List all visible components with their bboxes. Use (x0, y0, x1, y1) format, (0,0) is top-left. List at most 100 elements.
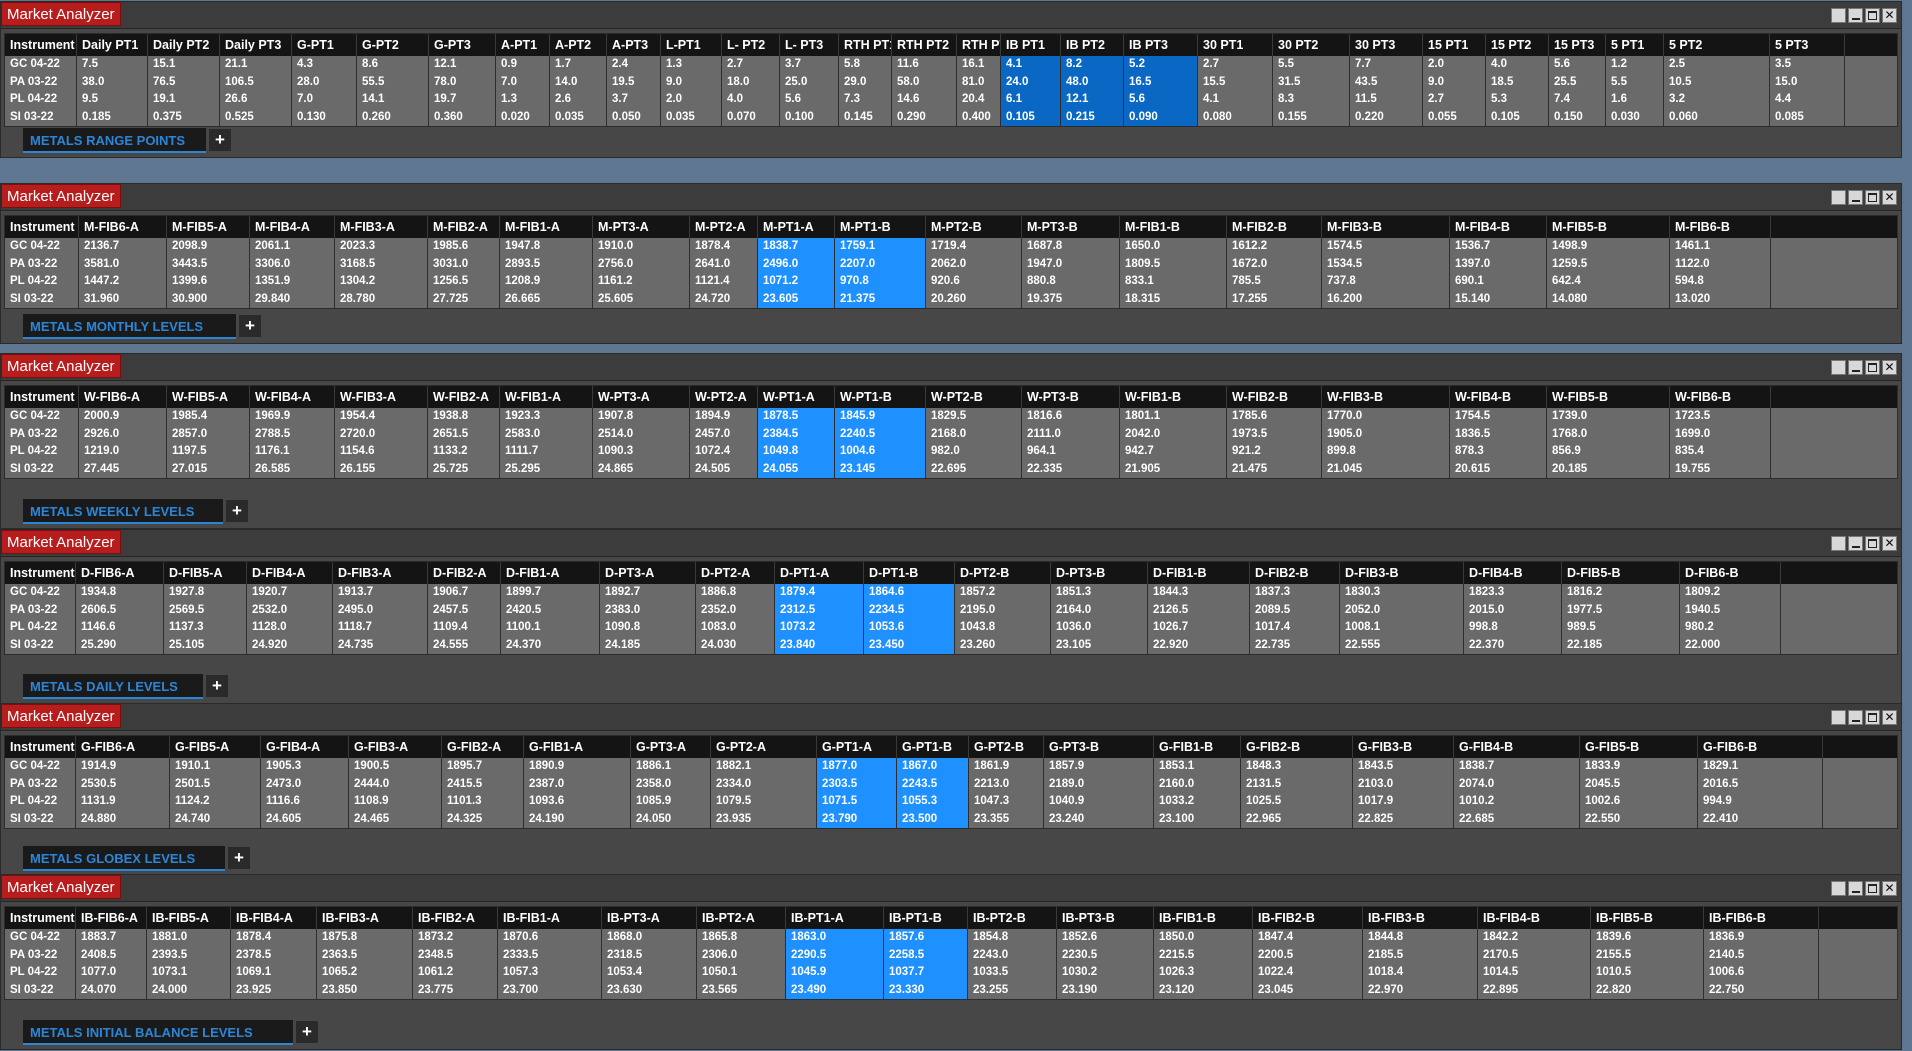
level-cell[interactable]: 2720.0 (335, 425, 428, 443)
level-cell[interactable]: 24.720 (690, 290, 758, 308)
level-cell[interactable]: 970.8 (835, 273, 926, 291)
level-cell[interactable]: 24.880 (76, 810, 170, 828)
level-cell[interactable]: 1014.5 (1478, 964, 1591, 982)
minimize-button[interactable] (1848, 536, 1863, 551)
minimize-button[interactable] (1848, 360, 1863, 375)
level-cell[interactable]: 2045.5 (1580, 775, 1698, 793)
level-cell[interactable]: 0.080 (1198, 108, 1273, 126)
level-cell[interactable]: 1256.5 (428, 273, 500, 291)
level-cell[interactable]: 785.5 (1227, 273, 1322, 291)
level-cell[interactable]: 23.100 (1154, 810, 1241, 828)
minimize-button[interactable] (1848, 190, 1863, 205)
level-cell[interactable]: 30.900 (167, 290, 250, 308)
level-cell[interactable]: 24.055 (758, 460, 835, 478)
level-cell[interactable]: 964.1 (1022, 443, 1120, 461)
level-cell[interactable]: 1079.5 (711, 793, 817, 811)
level-cell[interactable]: 15.5 (1198, 73, 1273, 91)
column-header[interactable]: G-PT1-A (817, 736, 897, 758)
level-cell[interactable]: 9.0 (661, 73, 722, 91)
level-cell[interactable]: 1131.9 (76, 793, 170, 811)
level-cell[interactable]: 1906.7 (428, 584, 501, 602)
level-cell[interactable]: 1845.9 (835, 408, 926, 426)
level-cell[interactable]: 18.5 (1486, 73, 1549, 91)
level-cell[interactable]: 2.7 (1423, 91, 1486, 109)
level-cell[interactable]: 1842.2 (1478, 929, 1591, 947)
level-cell[interactable]: 1719.4 (926, 238, 1022, 256)
level-cell[interactable]: 4.0 (1486, 56, 1549, 74)
level-cell[interactable]: 81.0 (957, 73, 1001, 91)
level-cell[interactable]: 1875.8 (317, 929, 413, 947)
level-cell[interactable]: 2240.5 (835, 425, 926, 443)
column-header[interactable]: Instrument (5, 907, 76, 929)
level-cell[interactable]: 1938.8 (428, 408, 500, 426)
level-cell[interactable]: 1857.2 (955, 584, 1051, 602)
level-cell[interactable]: 24.030 (696, 636, 775, 654)
column-header[interactable]: W-FIB3-A (335, 386, 428, 408)
level-cell[interactable]: 10.5 (1664, 73, 1770, 91)
column-header[interactable]: D-PT3-B (1051, 562, 1148, 584)
level-cell[interactable]: 1118.7 (333, 619, 428, 637)
column-header[interactable]: W-FIB2-A (428, 386, 500, 408)
level-cell[interactable]: 5.5 (1606, 73, 1664, 91)
level-cell[interactable]: 27.445 (79, 460, 167, 478)
close-button[interactable]: ✕ (1882, 360, 1897, 375)
level-cell[interactable]: 28.0 (292, 73, 357, 91)
level-cell[interactable]: 2306.0 (697, 946, 786, 964)
level-cell[interactable]: 2126.5 (1148, 601, 1250, 619)
level-cell[interactable]: 22.555 (1340, 636, 1464, 654)
level-cell[interactable]: 14.080 (1547, 290, 1670, 308)
level-cell[interactable]: 1836.5 (1450, 425, 1547, 443)
level-cell[interactable]: 23.260 (955, 636, 1051, 654)
level-cell[interactable]: 1536.7 (1450, 238, 1547, 256)
level-cell[interactable]: 2200.5 (1253, 946, 1363, 964)
column-header[interactable]: 5 PT3 (1770, 34, 1845, 56)
level-cell[interactable]: 1030.2 (1057, 964, 1154, 982)
level-cell[interactable]: 2.5 (1664, 56, 1770, 74)
level-cell[interactable]: 2015.0 (1464, 601, 1562, 619)
level-cell[interactable]: 1857.9 (1044, 758, 1154, 776)
level-cell[interactable]: 1090.8 (600, 619, 696, 637)
column-header[interactable]: G-PT1-B (897, 736, 969, 758)
column-header[interactable]: L- PT2 (722, 34, 780, 56)
column-header[interactable]: W-FIB5-B (1547, 386, 1670, 408)
level-cell[interactable]: 737.8 (1322, 273, 1450, 291)
level-cell[interactable]: 1.7 (550, 56, 607, 74)
instrument-cell[interactable]: PL 04-22 (5, 793, 76, 811)
level-cell[interactable]: 4.0 (722, 91, 780, 109)
level-cell[interactable]: 21.375 (835, 290, 926, 308)
table-row[interactable]: GC 04-22 7.5 15.1 21.1 4.3 8.6 12.1 0.9 1.7 2.4 1.… (5, 56, 1897, 74)
column-header[interactable]: W-PT2-A (690, 386, 758, 408)
column-header[interactable]: IB-FIB6-A (76, 907, 147, 929)
level-cell[interactable]: 1069.1 (231, 964, 317, 982)
level-cell[interactable]: 5.5 (1273, 56, 1350, 74)
level-cell[interactable]: 0.050 (607, 108, 661, 126)
level-cell[interactable]: 1754.5 (1450, 408, 1547, 426)
table-row[interactable]: GC 04-22 1883.7 1881.0 1878.4 1875.8 1873.2 18… (5, 929, 1897, 947)
level-cell[interactable]: 1.2 (1606, 56, 1664, 74)
level-cell[interactable]: 5.6 (1124, 91, 1198, 109)
level-cell[interactable]: 9.5 (77, 91, 148, 109)
level-cell[interactable]: 942.7 (1120, 443, 1227, 461)
level-cell[interactable]: 2016.5 (1698, 775, 1823, 793)
level-cell[interactable]: 7.5 (77, 56, 148, 74)
column-header[interactable]: IB-PT1-A (786, 907, 884, 929)
column-header[interactable]: G-FIB5-A (170, 736, 261, 758)
level-cell[interactable]: 1785.6 (1227, 408, 1322, 426)
window-titlebar[interactable]: Market Analyzer ✕ (1, 704, 1901, 731)
level-cell[interactable]: 25.290 (76, 636, 164, 654)
column-header[interactable]: M-PT2-A (690, 216, 758, 238)
level-cell[interactable]: 2530.5 (76, 775, 170, 793)
level-cell[interactable]: 1498.9 (1547, 238, 1670, 256)
level-cell[interactable]: 1934.8 (76, 584, 164, 602)
level-cell[interactable]: 1857.6 (884, 929, 968, 947)
level-cell[interactable]: 1049.8 (758, 443, 835, 461)
level-cell[interactable]: 1878.4 (231, 929, 317, 947)
level-cell[interactable]: 2333.5 (498, 946, 602, 964)
level-cell[interactable]: 2569.5 (164, 601, 247, 619)
instrument-cell[interactable]: PA 03-22 (5, 775, 76, 793)
column-header[interactable]: M-FIB6-A (79, 216, 167, 238)
level-cell[interactable]: 23.190 (1057, 981, 1154, 999)
column-header[interactable]: IB-PT3-B (1057, 907, 1154, 929)
level-cell[interactable]: 6.1 (1001, 91, 1061, 109)
level-cell[interactable]: 24.370 (501, 636, 600, 654)
